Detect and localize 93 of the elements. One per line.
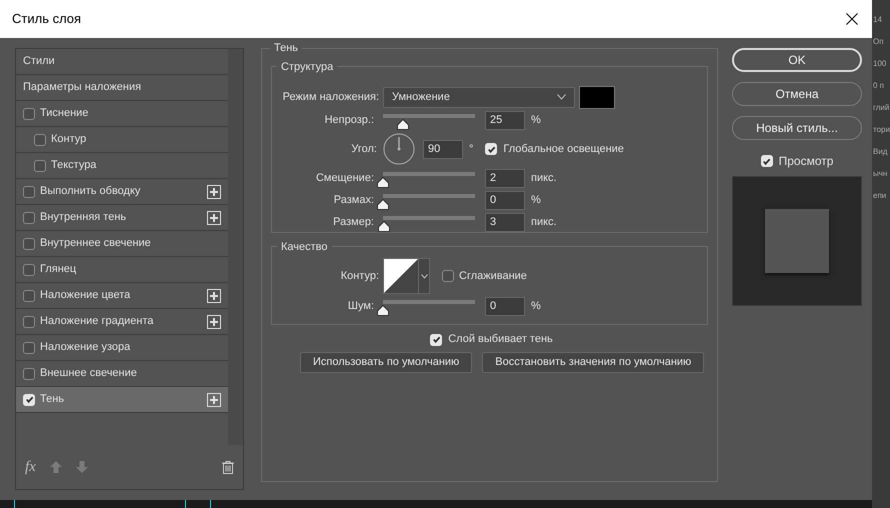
checkbox[interactable]: [430, 334, 442, 346]
checkbox[interactable]: [23, 186, 35, 198]
panel-text: 0 п: [872, 80, 886, 92]
window-title: Стиль слоя: [12, 10, 82, 28]
item-label: Тиснение: [40, 106, 90, 122]
item-label: Наложение цвета: [40, 288, 132, 304]
field-label: Размах:: [332, 192, 375, 208]
item-label: Глянец: [40, 262, 78, 278]
number-field[interactable]: 25: [485, 110, 525, 130]
checkbox-label: Глобальное освещение: [503, 142, 624, 157]
checkbox[interactable]: [23, 212, 35, 224]
item-label: Текстура: [51, 158, 98, 174]
dialog-button[interactable]: Новый стиль...: [732, 116, 862, 140]
scrollbar[interactable]: [228, 49, 243, 446]
checkbox[interactable]: [760, 155, 773, 167]
group-title: Тень: [273, 41, 300, 56]
close-icon[interactable]: [846, 13, 858, 25]
checkbox[interactable]: [23, 108, 35, 120]
slider-thumb[interactable]: [377, 177, 389, 188]
checkbox[interactable]: [23, 368, 35, 380]
panel-text: 14: [872, 14, 883, 26]
checkbox-label: Сглаживание: [459, 268, 527, 284]
checkbox[interactable]: [485, 143, 498, 155]
panel-text: тори: [872, 124, 890, 136]
contour-picker[interactable]: [383, 258, 430, 294]
checkbox[interactable]: [23, 264, 35, 276]
checkbox-label: Просмотр: [778, 153, 834, 170]
chevron-down-icon: [557, 94, 566, 100]
plus-icon[interactable]: [207, 184, 221, 198]
unit-label: пикс.: [531, 170, 557, 186]
item-label: Внутреннее свечение: [40, 236, 152, 252]
color-swatch[interactable]: [579, 86, 615, 108]
checkbox-label: Слой выбивает тень: [448, 332, 553, 348]
plus-icon[interactable]: [207, 314, 221, 328]
default-button[interactable]: Использовать по умолчанию: [300, 352, 472, 372]
dialog-button[interactable]: Отмена: [732, 82, 862, 106]
number-field[interactable]: 90: [423, 140, 463, 158]
checkbox[interactable]: [23, 394, 35, 406]
number-field[interactable]: 0: [485, 296, 525, 316]
item-label: Наложение градиента: [40, 314, 155, 330]
plus-icon[interactable]: [207, 392, 221, 406]
number-field[interactable]: 3: [485, 212, 525, 232]
slider-thumb[interactable]: [377, 305, 389, 316]
slider-thumb[interactable]: [378, 221, 390, 232]
checkbox[interactable]: [34, 134, 46, 146]
blend-mode-dropdown[interactable]: Умножение: [383, 86, 575, 108]
field-label: Угол:: [350, 142, 378, 157]
panel-text: епи: [872, 190, 888, 202]
chevron-down-icon: [420, 274, 428, 278]
item-label: Параметры наложения: [23, 80, 142, 96]
slider-thumb[interactable]: [377, 199, 389, 210]
unit-label: %: [531, 112, 541, 128]
trash-icon[interactable]: [222, 460, 234, 474]
item-label: Наложение узора: [40, 340, 132, 356]
preview-swatch: [765, 209, 829, 273]
checkbox[interactable]: [23, 342, 35, 354]
group-title: Структура: [280, 60, 334, 74]
style-list-item[interactable]: Тень: [16, 387, 228, 413]
unit-label: %: [531, 298, 541, 314]
panel-text: 100: [872, 58, 888, 70]
group-title: Качество: [280, 240, 329, 254]
plus-icon[interactable]: [207, 288, 221, 302]
field-label: Шум:: [346, 298, 375, 314]
unit-label: %: [531, 192, 541, 208]
item-label: Тень: [40, 392, 66, 408]
dialog-button[interactable]: OK: [732, 48, 862, 72]
item-label: Выполнить обводку: [40, 184, 142, 200]
item-label: Внутренняя тень: [40, 210, 128, 226]
plus-icon[interactable]: [207, 210, 221, 224]
field-label: Размер:: [332, 214, 375, 230]
field-label: Режим наложения:: [282, 90, 380, 105]
item-label: Контур: [51, 132, 88, 148]
field-label: Смещение:: [314, 170, 375, 186]
number-field[interactable]: 0: [485, 190, 525, 210]
fx-icon[interactable]: fx: [25, 456, 36, 478]
item-label: Стили: [23, 54, 56, 70]
checkbox[interactable]: [442, 270, 454, 282]
panel-text: глий: [872, 102, 890, 114]
checkbox[interactable]: [23, 316, 35, 328]
number-field[interactable]: 2: [485, 168, 525, 188]
unit-label: пикс.: [531, 214, 557, 230]
checkbox[interactable]: [23, 290, 35, 302]
unit-label: °: [469, 142, 474, 157]
item-label: Внешнее свечение: [40, 366, 138, 382]
default-button[interactable]: Восстановить значения по умолчанию: [482, 352, 704, 372]
panel-text: Вид: [872, 146, 888, 158]
contour-curve-icon: [384, 259, 418, 293]
panel-text: Оп: [872, 36, 885, 48]
field-label: Непрозр.:: [324, 112, 375, 128]
panel-text: ычн: [872, 168, 888, 180]
checkbox[interactable]: [34, 160, 46, 172]
checkbox[interactable]: [23, 238, 35, 250]
field-label: Контур:: [340, 268, 380, 284]
